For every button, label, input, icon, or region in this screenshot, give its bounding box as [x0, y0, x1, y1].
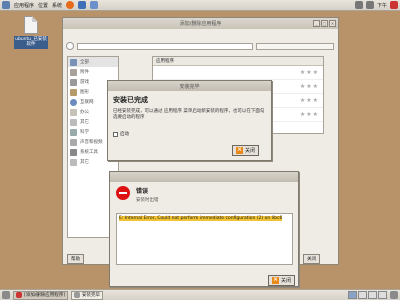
- power-icon[interactable]: [390, 1, 398, 9]
- network-icon[interactable]: [354, 1, 363, 9]
- list-column-header[interactable]: 应用程序: [153, 57, 323, 66]
- main-window-titlebar[interactable]: 添加/删除应用程序 _ □ ×: [63, 18, 338, 29]
- workspace-4[interactable]: [378, 291, 387, 299]
- other-2-icon: [70, 158, 77, 166]
- applications-menu[interactable]: 应用程序: [14, 2, 34, 9]
- search-icon: [66, 42, 74, 50]
- error-detail-box: E: Internal Error, Could not perform imm…: [116, 213, 293, 265]
- workspace-1[interactable]: [348, 291, 357, 299]
- trash-icon[interactable]: [390, 291, 398, 299]
- ubuntu-logo-icon[interactable]: [2, 1, 10, 9]
- workspace-2[interactable]: [358, 291, 367, 299]
- popularity-stars: ★★★: [299, 69, 319, 76]
- dialog-close-button[interactable]: × 关闭: [232, 145, 260, 156]
- other-icon: [70, 118, 77, 126]
- launch-checkbox-row[interactable]: 启动: [113, 131, 129, 137]
- places-menu[interactable]: 位置: [38, 2, 48, 9]
- search-row: [66, 42, 334, 50]
- search-input[interactable]: [77, 42, 253, 50]
- error-dialog-titlebar[interactable]: [110, 172, 298, 182]
- taskbar-item-add-remove[interactable]: [添加/删除应用程序]: [13, 290, 69, 300]
- bottom-panel: [添加/删除应用程序] 安装完毕: [0, 289, 400, 300]
- error-close-button[interactable]: × 关闭: [268, 275, 296, 286]
- system-menu[interactable]: 系统: [52, 2, 62, 9]
- dialog-body-text: 已经安装完成，可以通过 应用程序 菜单启动新安装的程序，也可以在下面勾选要启动的…: [113, 109, 265, 121]
- sidebar-item-all[interactable]: 全部: [68, 57, 118, 67]
- app-icon: [16, 292, 22, 298]
- close-window-button[interactable]: ×: [329, 20, 336, 27]
- office-icon: [70, 108, 77, 116]
- workspace-switcher: [348, 291, 387, 299]
- graphics-icon: [70, 88, 77, 96]
- popularity-stars: ★★★: [299, 83, 319, 90]
- launch-checkbox[interactable]: [113, 131, 118, 137]
- show-desktop-icon[interactable]: [2, 291, 10, 299]
- app-icon: [74, 292, 81, 298]
- maximize-button[interactable]: □: [321, 20, 328, 27]
- internet-icon: [70, 98, 77, 106]
- close-icon: ×: [272, 276, 279, 284]
- help-button[interactable]: 帮助: [67, 254, 84, 264]
- error-icon: [116, 186, 130, 200]
- error-heading: 错误: [136, 188, 149, 195]
- clock[interactable]: 下午: [377, 2, 387, 9]
- minimize-button[interactable]: _: [313, 20, 320, 27]
- dialog-heading: 安装已完成: [113, 96, 148, 104]
- list-item[interactable]: ★★★: [153, 66, 323, 80]
- close-button[interactable]: 关闭: [303, 254, 320, 264]
- volume-icon[interactable]: [365, 1, 374, 9]
- system-tray: 下午: [354, 1, 398, 9]
- mail-icon[interactable]: [78, 1, 87, 9]
- sidebar-item-accessories[interactable]: 附件: [68, 67, 118, 77]
- popularity-stars: ★★★: [299, 97, 319, 104]
- installation-complete-dialog: 安装完毕 安装已完成 已经安装完成，可以通过 应用程序 菜单启动新安装的程序，也…: [107, 80, 272, 161]
- games-icon: [70, 78, 77, 86]
- error-subheading: 安装时出错: [136, 198, 159, 203]
- main-window-title: 添加/删除应用程序: [179, 21, 222, 27]
- science-icon: [70, 128, 77, 136]
- sound-video-icon: [70, 138, 77, 146]
- accessories-icon: [70, 68, 77, 76]
- all-icon: [70, 58, 77, 66]
- desktop-file-icon[interactable]: ubuntu_已安装软件: [14, 16, 48, 49]
- document-icon: [24, 16, 38, 34]
- dialog-titlebar[interactable]: 安装完毕: [108, 81, 271, 91]
- error-dialog: 错误 安装时出错 E: Internal Error, Could not pe…: [109, 171, 299, 287]
- show-filter-dropdown[interactable]: [256, 42, 334, 50]
- top-panel: 应用程序 位置 系统 下午: [0, 0, 400, 11]
- close-icon: ×: [236, 146, 243, 154]
- error-detail-text: E: Internal Error, Could not perform imm…: [119, 216, 283, 221]
- desktop-file-label: ubuntu_已安装软件: [14, 36, 48, 49]
- taskbar-item-installed[interactable]: 安装完毕: [71, 290, 104, 300]
- system-tools-icon: [70, 148, 77, 156]
- workspace-3[interactable]: [368, 291, 377, 299]
- popularity-stars: ★★★: [299, 111, 319, 118]
- firefox-icon[interactable]: [66, 1, 75, 9]
- help-icon[interactable]: [90, 1, 99, 9]
